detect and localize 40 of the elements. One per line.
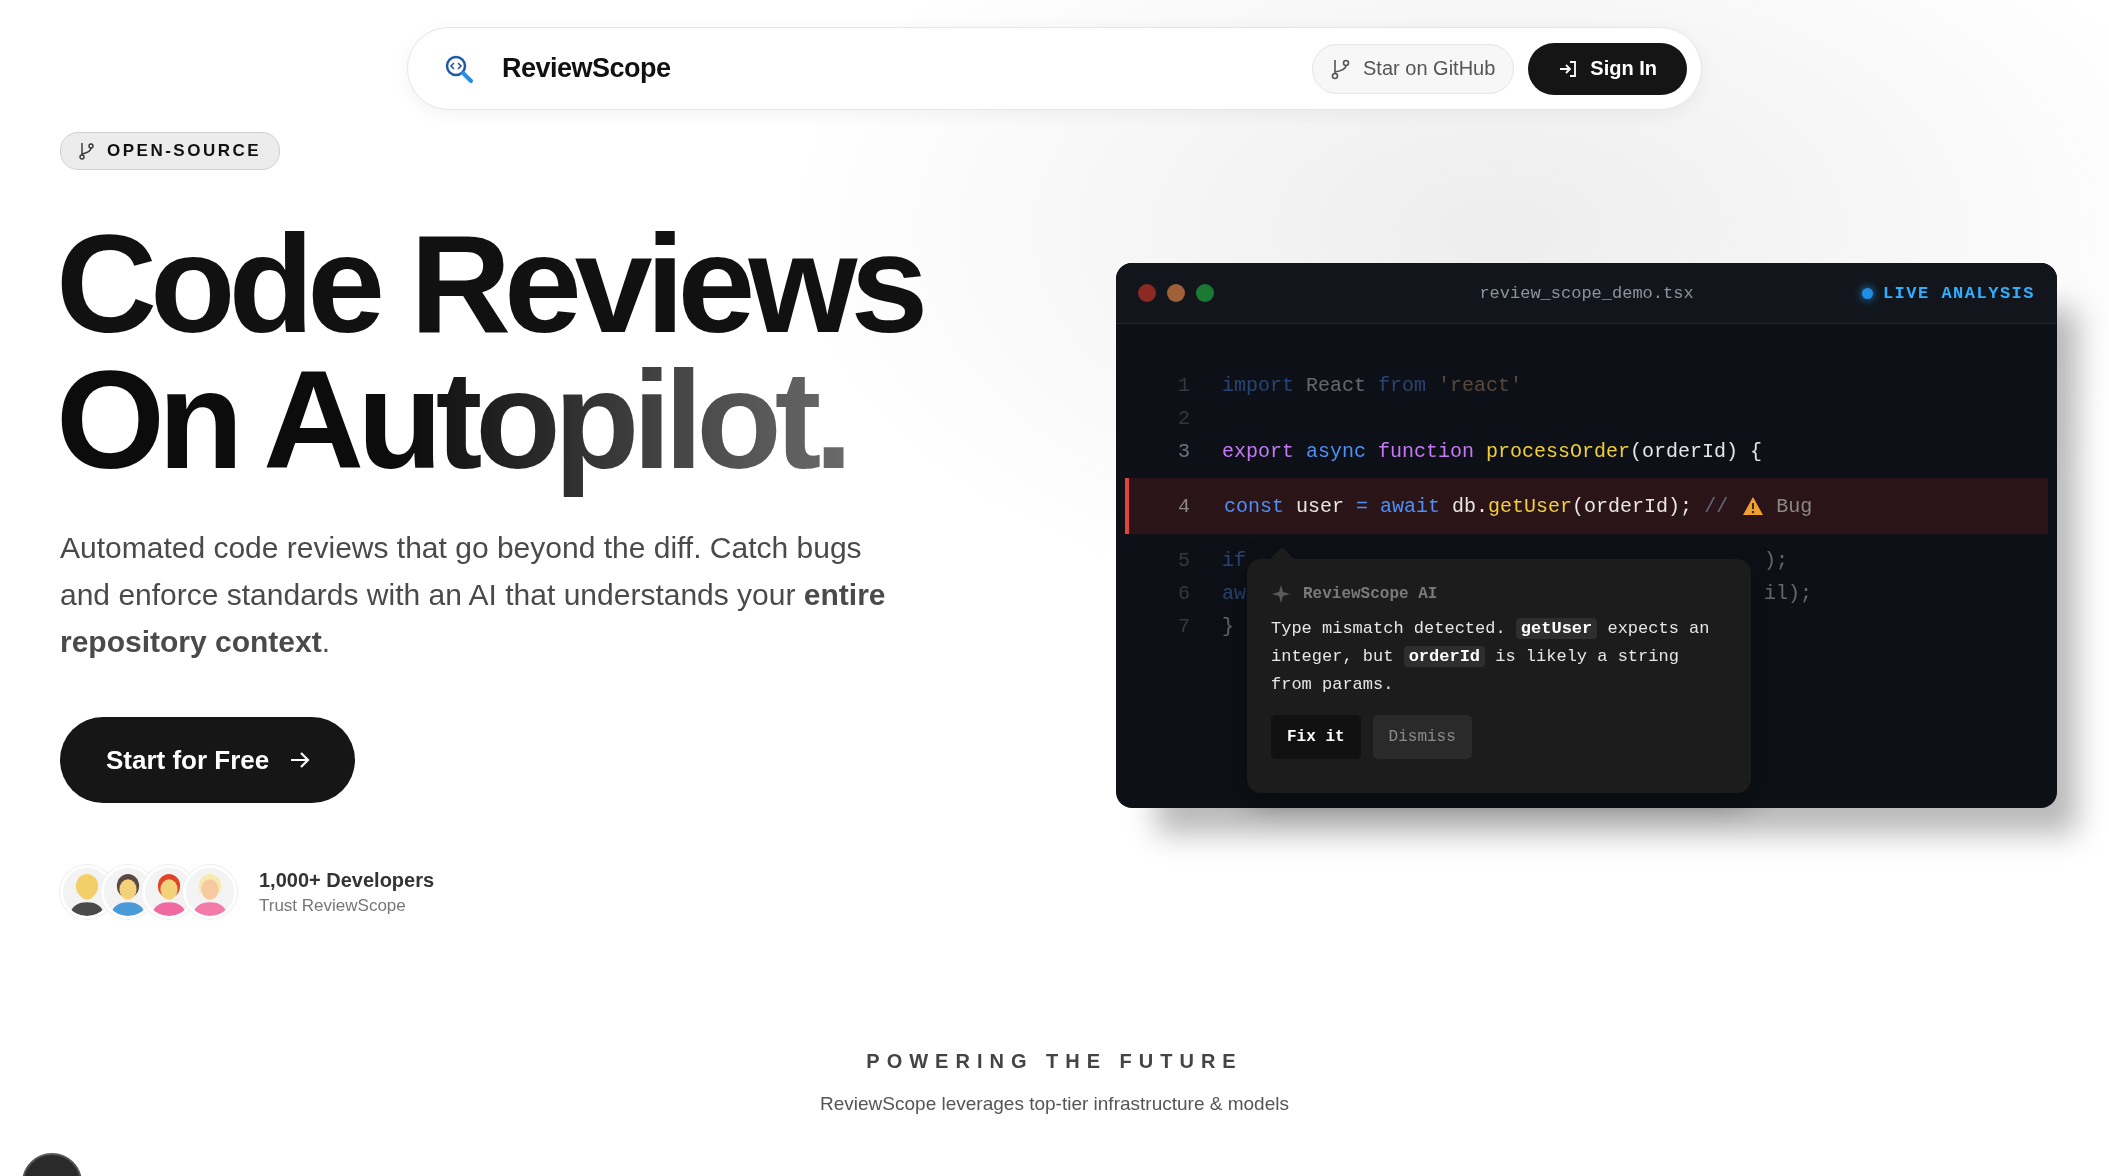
status-dot-icon xyxy=(1861,287,1873,299)
line-number: 4 xyxy=(1177,494,1190,518)
intro-paragraph: Automated code reviews that go beyond the diff. Catch bugs and enforce standards with an AI that understands your entire repository context. xyxy=(60,530,887,660)
sparkle-icon xyxy=(1271,584,1291,604)
code-text: import React from 'react' xyxy=(1222,374,1523,397)
developers-count: 1,000+ Developers xyxy=(259,868,435,892)
tooltip-message: Type mismatch detected. getUser expects an integer, but orderId is likely a string from params. xyxy=(1271,617,1711,696)
line-number: 3 xyxy=(1177,440,1190,463)
avatar xyxy=(183,865,237,919)
file-name: review_scope_demo.tsx xyxy=(1479,283,1694,303)
github-button[interactable]: Star on GitHub xyxy=(1312,43,1515,94)
sign-in-icon xyxy=(1558,58,1579,79)
git-branch-icon xyxy=(1331,57,1352,80)
trust-caption: Trust ReviewScope xyxy=(259,895,407,916)
arrow-right-icon xyxy=(289,750,312,770)
headline: Code Reviews xyxy=(56,216,922,352)
search-code-icon xyxy=(444,53,474,84)
bug-label: Bug xyxy=(1776,494,1813,518)
fix-button[interactable]: Fix it xyxy=(1271,715,1361,759)
code-text: ); xyxy=(1764,549,1788,572)
badge-label: OPEN-SOURCE xyxy=(107,141,262,161)
dismiss-button[interactable]: Dismiss xyxy=(1372,715,1472,759)
window-control-icon[interactable] xyxy=(1167,284,1185,302)
code-text: il); xyxy=(1764,582,1812,605)
tooltip-title: ReviewScope AI xyxy=(1303,585,1438,603)
code-text: const user = await db.getUser(orderId); // xyxy=(1224,494,1729,518)
warning-icon xyxy=(1742,496,1765,516)
brand-name[interactable]: ReviewScope xyxy=(502,53,1299,84)
code-text: aw xyxy=(1222,582,1246,605)
git-branch-icon xyxy=(79,142,95,160)
section-subtitle: ReviewScope leverages top-tier infrastructure & models xyxy=(820,1093,1289,1115)
window-control-icon[interactable] xyxy=(1196,284,1214,302)
sign-in-button[interactable]: Sign In xyxy=(1528,42,1687,95)
status-label: LIVE ANALYSIS xyxy=(1882,283,2035,303)
section-title: POWERING THE FUTURE xyxy=(866,1050,1243,1073)
code-text: } xyxy=(1222,615,1234,638)
code-text: if xyxy=(1222,549,1246,572)
window-control-icon[interactable] xyxy=(1138,284,1156,302)
start-button[interactable]: Start for Free xyxy=(60,717,356,803)
code-text: export async function processOrder(orderId) { xyxy=(1222,440,1763,463)
